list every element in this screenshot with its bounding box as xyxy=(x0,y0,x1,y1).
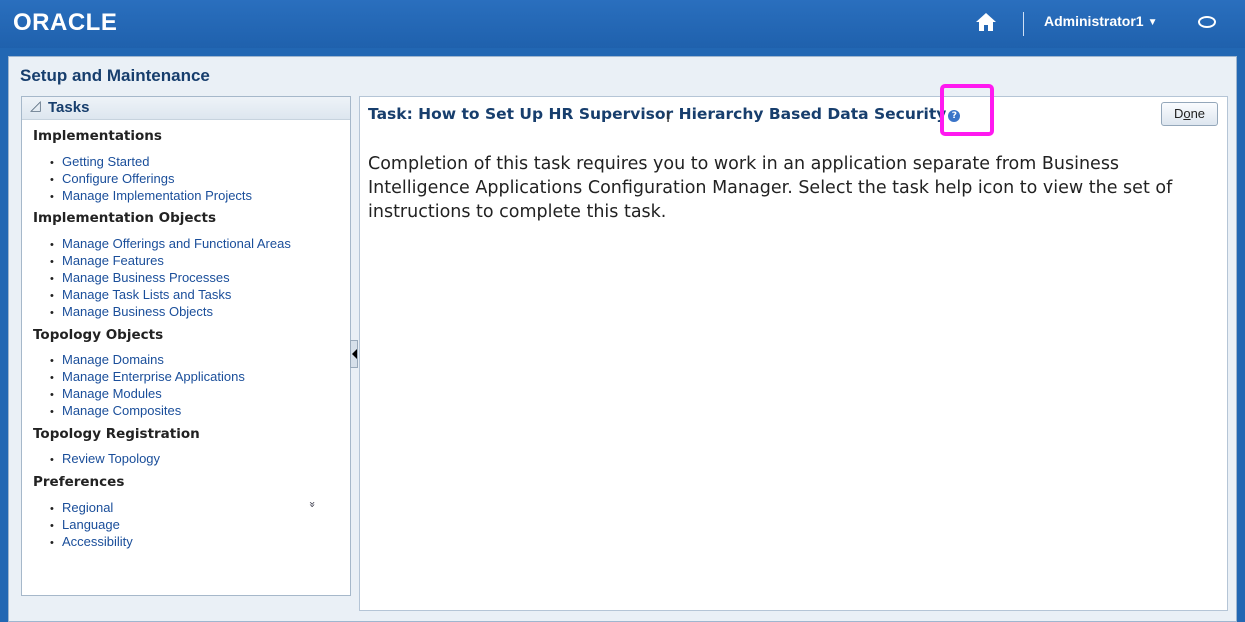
task-link[interactable]: • Accessibility xyxy=(50,533,133,550)
panel-splitter-collapse-handle[interactable] xyxy=(350,340,358,368)
task-link[interactable]: • Manage Domains xyxy=(50,351,245,368)
task-link[interactable]: • Review Topology xyxy=(50,450,160,467)
help-icon-highlight xyxy=(940,84,994,136)
top-header-bar: ORACLE Administrator1 ▼ xyxy=(0,0,1245,48)
done-button[interactable]: Done xyxy=(1161,102,1218,126)
task-link[interactable]: • Manage Business Objects xyxy=(50,303,291,320)
task-link[interactable]: • Manage Composites xyxy=(50,402,245,419)
page-title: Setup and Maintenance xyxy=(20,66,210,85)
task-list-topology-registration: • Review Topology xyxy=(50,450,160,467)
oracle-logo: ORACLE xyxy=(13,9,118,36)
home-icon[interactable] xyxy=(975,12,997,32)
task-title-text: Task: How to Set Up HR Supervisor Hierar… xyxy=(368,105,947,123)
user-menu[interactable]: Administrator1 ▼ xyxy=(1044,13,1157,29)
chevron-down-icon: ▼ xyxy=(1147,17,1158,28)
task-link[interactable]: • Manage Implementation Projects xyxy=(50,187,252,204)
task-link[interactable]: • Language xyxy=(50,516,133,533)
task-link[interactable]: • Manage Offerings and Functional Areas xyxy=(50,235,291,252)
task-link[interactable]: • Manage Modules xyxy=(50,385,245,402)
session-status-icon[interactable] xyxy=(1198,16,1216,28)
task-title: Task: How to Set Up HR Supervisor Hierar… xyxy=(368,105,961,123)
task-link[interactable]: • Manage Enterprise Applications xyxy=(50,368,245,385)
group-heading-implementation-objects: Implementation Objects xyxy=(33,210,217,226)
task-link[interactable]: • Manage Features xyxy=(50,252,291,269)
task-list-preferences: • Regional • Language • Accessibility xyxy=(50,499,133,550)
tasks-header-label: Tasks xyxy=(48,99,90,116)
task-list-implementations: • Getting Started • Configure Offerings • M… xyxy=(50,153,252,204)
group-heading-preferences: Preferences xyxy=(33,474,125,490)
expand-more-icon[interactable]: » xyxy=(306,501,319,508)
task-link[interactable]: • Manage Task Lists and Tasks xyxy=(50,286,291,303)
collapse-toggle-icon[interactable]: ◿ xyxy=(30,98,41,114)
tasks-header: ◿ Tasks xyxy=(22,97,350,120)
task-link[interactable]: • Getting Started xyxy=(50,153,252,170)
tasks-panel: ◿ Tasks Implementations • Getting Started… xyxy=(21,96,351,596)
task-list-topology-objects: • Manage Domains • Manage Enterprise Appli… xyxy=(50,351,245,419)
group-heading-topology-objects: Topology Objects xyxy=(33,327,164,343)
header-divider xyxy=(1023,12,1024,36)
task-link[interactable]: • Regional xyxy=(50,499,133,516)
task-link[interactable]: • Manage Business Processes xyxy=(50,269,291,286)
text-cursor-icon: I xyxy=(666,110,671,126)
group-heading-implementations: Implementations xyxy=(33,128,162,144)
task-list-implementation-objects: • Manage Offerings and Functional Areas •… xyxy=(50,235,291,320)
task-instructions: Completion of this task requires you to … xyxy=(368,154,1173,222)
group-heading-topology-registration: Topology Registration xyxy=(33,426,200,442)
task-link[interactable]: • Configure Offerings xyxy=(50,170,252,187)
user-name: Administrator1 xyxy=(1044,13,1144,29)
